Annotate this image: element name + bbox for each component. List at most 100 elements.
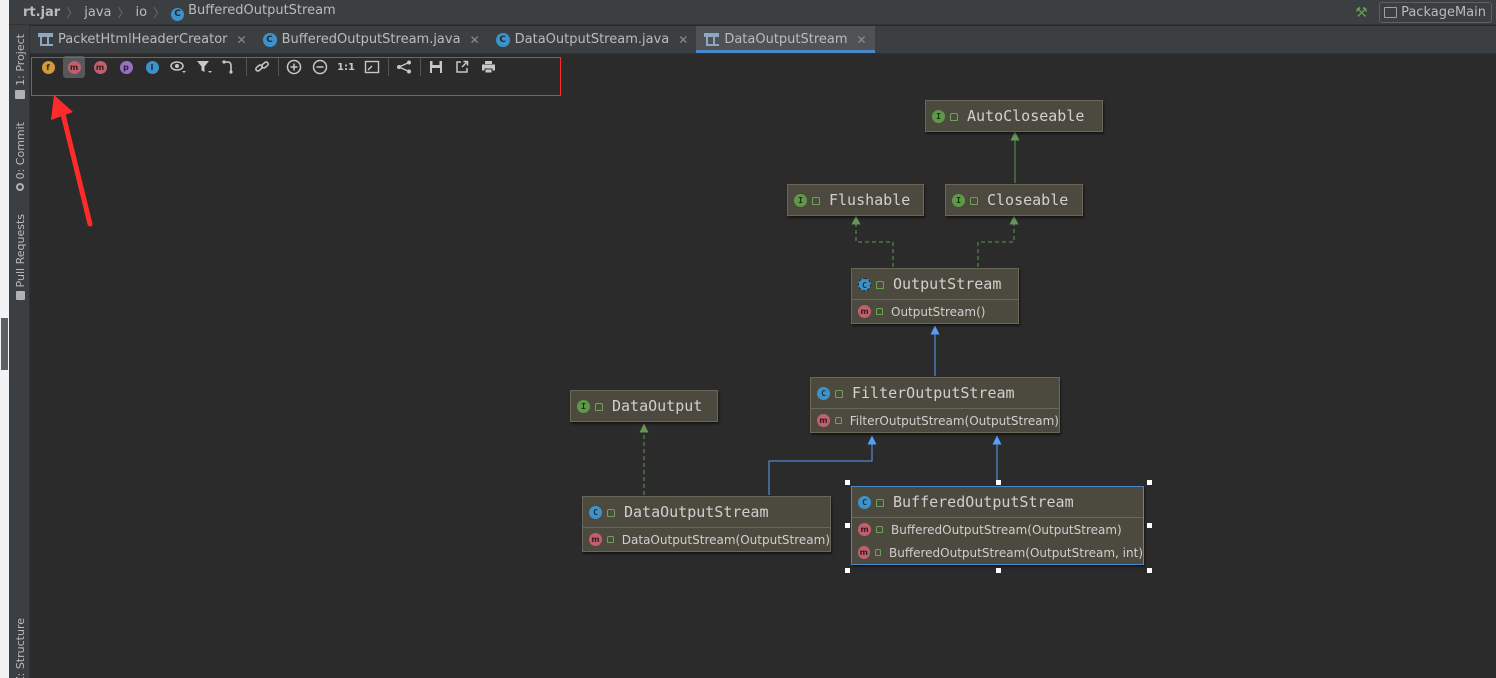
resize-handle[interactable]	[1147, 568, 1152, 573]
actual-size-button[interactable]: 1:1	[335, 56, 357, 78]
tab-dataoutputstream-diagram[interactable]: DataOutputStream ✕	[696, 26, 875, 53]
save-diagram-button[interactable]	[425, 56, 447, 78]
navbar-actions: ⚒ PackageMain	[1355, 2, 1492, 23]
folder-icon	[15, 89, 25, 99]
actual-size-icon: 1:1	[337, 61, 355, 73]
commit-icon	[16, 183, 24, 192]
run-configuration-label: PackageMain	[1401, 5, 1486, 20]
close-icon[interactable]: ✕	[470, 33, 480, 47]
node-members: m OutputStream()	[852, 299, 1018, 323]
resize-handle[interactable]	[845, 523, 850, 528]
breadcrumb-jar[interactable]: rt.jar	[20, 5, 63, 20]
class-node-bufferedoutputstream[interactable]: C BufferedOutputStream m BufferedOutputS…	[851, 486, 1144, 565]
node-header: C DataOutputStream	[583, 497, 830, 527]
zoom-in-icon	[286, 59, 302, 75]
apply-layout-button[interactable]	[393, 56, 415, 78]
diagram-canvas[interactable]: I AutoCloseable I Flushable I Closeable	[30, 80, 1496, 678]
member-row[interactable]: m FilterOutputStream(OutputStream)	[811, 409, 1059, 432]
zoom-out-icon	[312, 59, 328, 75]
member-signature: FilterOutputStream(OutputStream)	[849, 413, 1059, 428]
toolbar-separator	[388, 58, 389, 76]
show-fields-button[interactable]: f	[37, 56, 59, 78]
node-header: I Flushable	[788, 185, 923, 215]
method-icon: m	[858, 305, 871, 318]
class-node-dataoutputstream[interactable]: C DataOutputStream m DataOutputStream(Ou…	[582, 496, 831, 552]
breadcrumb-class[interactable]: C BufferedOutputStream	[168, 3, 339, 21]
toolbar-separator	[420, 58, 421, 76]
node-title: Flushable	[829, 191, 911, 209]
class-node-dataoutput[interactable]: I DataOutput	[570, 390, 718, 422]
breadcrumb-class-label: BufferedOutputStream	[188, 3, 336, 18]
edge-outputstream-closeable	[977, 215, 1019, 267]
node-title: DataOutputStream	[624, 503, 769, 521]
show-dependencies-button[interactable]	[219, 56, 241, 78]
node-header: C OutputStream	[852, 269, 1018, 299]
pull-requests-tool-button[interactable]: Pull Requests	[11, 214, 29, 301]
diagram-icon	[704, 33, 720, 46]
inner-class-icon: I	[145, 60, 159, 74]
member-row[interactable]: m BufferedOutputStream(OutputStream)	[852, 518, 1143, 541]
close-icon[interactable]: ✕	[237, 33, 247, 47]
left-tool-stripe: 1: Project 0: Commit Pull Requests Z: St…	[0, 0, 30, 678]
public-lock-icon	[874, 549, 881, 556]
resize-handle[interactable]	[1147, 523, 1152, 528]
run-configuration-selector[interactable]: PackageMain	[1379, 2, 1492, 23]
public-lock-icon	[950, 113, 958, 121]
method-icon: m	[817, 414, 830, 427]
project-tool-button[interactable]: 1: Project	[11, 34, 29, 99]
interface-icon: I	[932, 109, 945, 123]
structure-tool-button[interactable]: Z: Structure	[11, 618, 29, 678]
tab-label: PacketHtmlHeaderCreator	[58, 32, 228, 47]
method-icon: m	[589, 533, 602, 546]
node-header: C FilterOutputStream	[811, 378, 1059, 408]
class-node-closeable[interactable]: I Closeable	[945, 184, 1083, 216]
commit-tool-button[interactable]: 0: Commit	[11, 122, 29, 192]
print-button[interactable]	[477, 56, 499, 78]
breadcrumb-java[interactable]: java	[81, 5, 114, 20]
filter-scope-button[interactable]	[193, 56, 215, 78]
commit-tool-label: 0: Commit	[13, 122, 27, 180]
node-title: FilterOutputStream	[852, 384, 1015, 402]
show-methods-button[interactable]: m	[89, 56, 111, 78]
class-node-filteroutputstream[interactable]: C FilterOutputStream m FilterOutputStrea…	[810, 377, 1060, 433]
class-icon: C	[171, 8, 185, 21]
close-icon[interactable]: ✕	[678, 33, 688, 47]
editor-tab-bar: PacketHtmlHeaderCreator ✕ C BufferedOutp…	[30, 26, 1496, 54]
resize-handle[interactable]	[845, 480, 850, 485]
pull-request-icon	[15, 291, 25, 301]
structure-tool-label: Z: Structure	[13, 618, 27, 678]
show-links-button[interactable]	[251, 56, 273, 78]
class-node-outputstream[interactable]: C OutputStream m OutputStream()	[851, 268, 1019, 324]
tab-bufferedoutputstream-java[interactable]: C BufferedOutputStream.java ✕	[255, 26, 488, 53]
toolbar-separator	[246, 58, 247, 76]
fit-content-button[interactable]	[361, 56, 383, 78]
build-hammer-icon[interactable]: ⚒	[1355, 5, 1371, 21]
close-icon[interactable]: ✕	[857, 33, 867, 47]
stripe-resize-handle[interactable]	[1, 318, 8, 370]
chevron-right-icon: 〉	[153, 5, 166, 20]
navigation-bar: rt.jar 〉 java 〉 io 〉 C BufferedOutputStre…	[9, 0, 1496, 25]
breadcrumb-io[interactable]: io	[133, 5, 151, 20]
public-lock-icon	[876, 526, 883, 533]
interface-icon: I	[577, 399, 590, 413]
resize-handle[interactable]	[845, 568, 850, 573]
export-button[interactable]	[451, 56, 473, 78]
resize-handle[interactable]	[996, 480, 1001, 485]
property-icon: p	[119, 60, 133, 74]
class-node-autocloseable[interactable]: I AutoCloseable	[925, 100, 1103, 132]
change-visibility-button[interactable]	[167, 56, 189, 78]
zoom-in-button[interactable]	[283, 56, 305, 78]
member-row[interactable]: m BufferedOutputStream(OutputStream, int…	[852, 541, 1143, 564]
resize-handle[interactable]	[996, 568, 1001, 573]
show-inner-classes-button[interactable]: I	[141, 56, 163, 78]
class-node-flushable[interactable]: I Flushable	[787, 184, 924, 216]
resize-handle[interactable]	[1147, 480, 1152, 485]
tab-packethtmlheadercreator[interactable]: PacketHtmlHeaderCreator ✕	[30, 26, 255, 53]
member-row[interactable]: m OutputStream()	[852, 300, 1018, 323]
zoom-out-button[interactable]	[309, 56, 331, 78]
show-properties-button[interactable]: p	[115, 56, 137, 78]
member-row[interactable]: m DataOutputStream(OutputStream)	[583, 528, 830, 551]
tab-dataoutputstream-java[interactable]: C DataOutputStream.java ✕	[488, 26, 697, 53]
show-constructors-button[interactable]: m	[63, 56, 85, 78]
export-icon	[456, 60, 469, 73]
